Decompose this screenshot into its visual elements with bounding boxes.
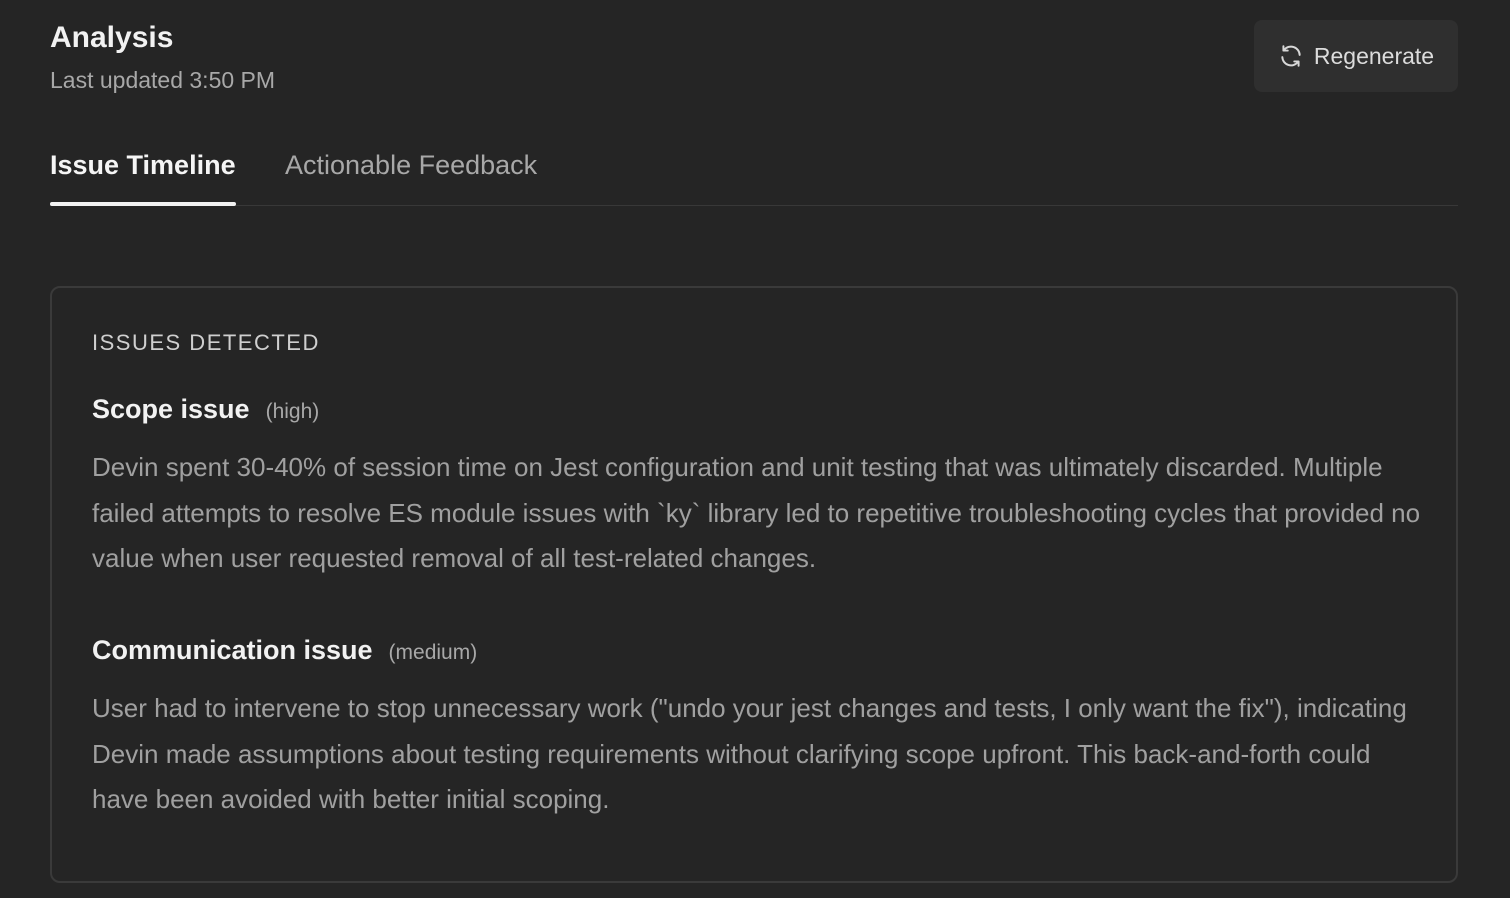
issue-description: Devin spent 30-40% of session time on Je… <box>92 452 1421 573</box>
regenerate-label: Regenerate <box>1313 42 1435 69</box>
issue-item-communication: Communication issue (medium) User had to… <box>92 635 1432 823</box>
issue-title-row: Communication issue (medium) <box>92 635 1432 666</box>
tab-actionable-feedback[interactable]: Actionable Feedback <box>285 148 537 182</box>
issue-title: Scope issue <box>92 394 250 424</box>
issue-title-row: Scope issue (high) <box>92 394 1432 425</box>
refresh-icon <box>1278 43 1304 69</box>
issue-description: User had to intervene to stop unnecessar… <box>92 693 1407 814</box>
issue-severity: (medium) <box>388 641 478 664</box>
issue-title: Communication issue <box>92 635 373 665</box>
issues-detected-heading: ISSUES DETECTED <box>92 330 320 355</box>
tab-issue-timeline[interactable]: Issue Timeline <box>50 148 236 206</box>
last-updated-text: Last updated 3:50 PM <box>50 67 276 93</box>
analysis-page: Analysis Last updated 3:50 PM Regenerate… <box>0 0 1510 898</box>
issue-severity: (high) <box>265 400 320 423</box>
issues-card: ISSUES DETECTED Scope issue (high) Devin… <box>50 286 1458 883</box>
regenerate-button[interactable]: Regenerate <box>1254 20 1458 92</box>
page-title: Analysis <box>50 21 174 54</box>
tab-bar: Issue Timeline Actionable Feedback <box>50 140 1458 206</box>
issue-item-scope: Scope issue (high) Devin spent 30-40% of… <box>92 394 1432 582</box>
